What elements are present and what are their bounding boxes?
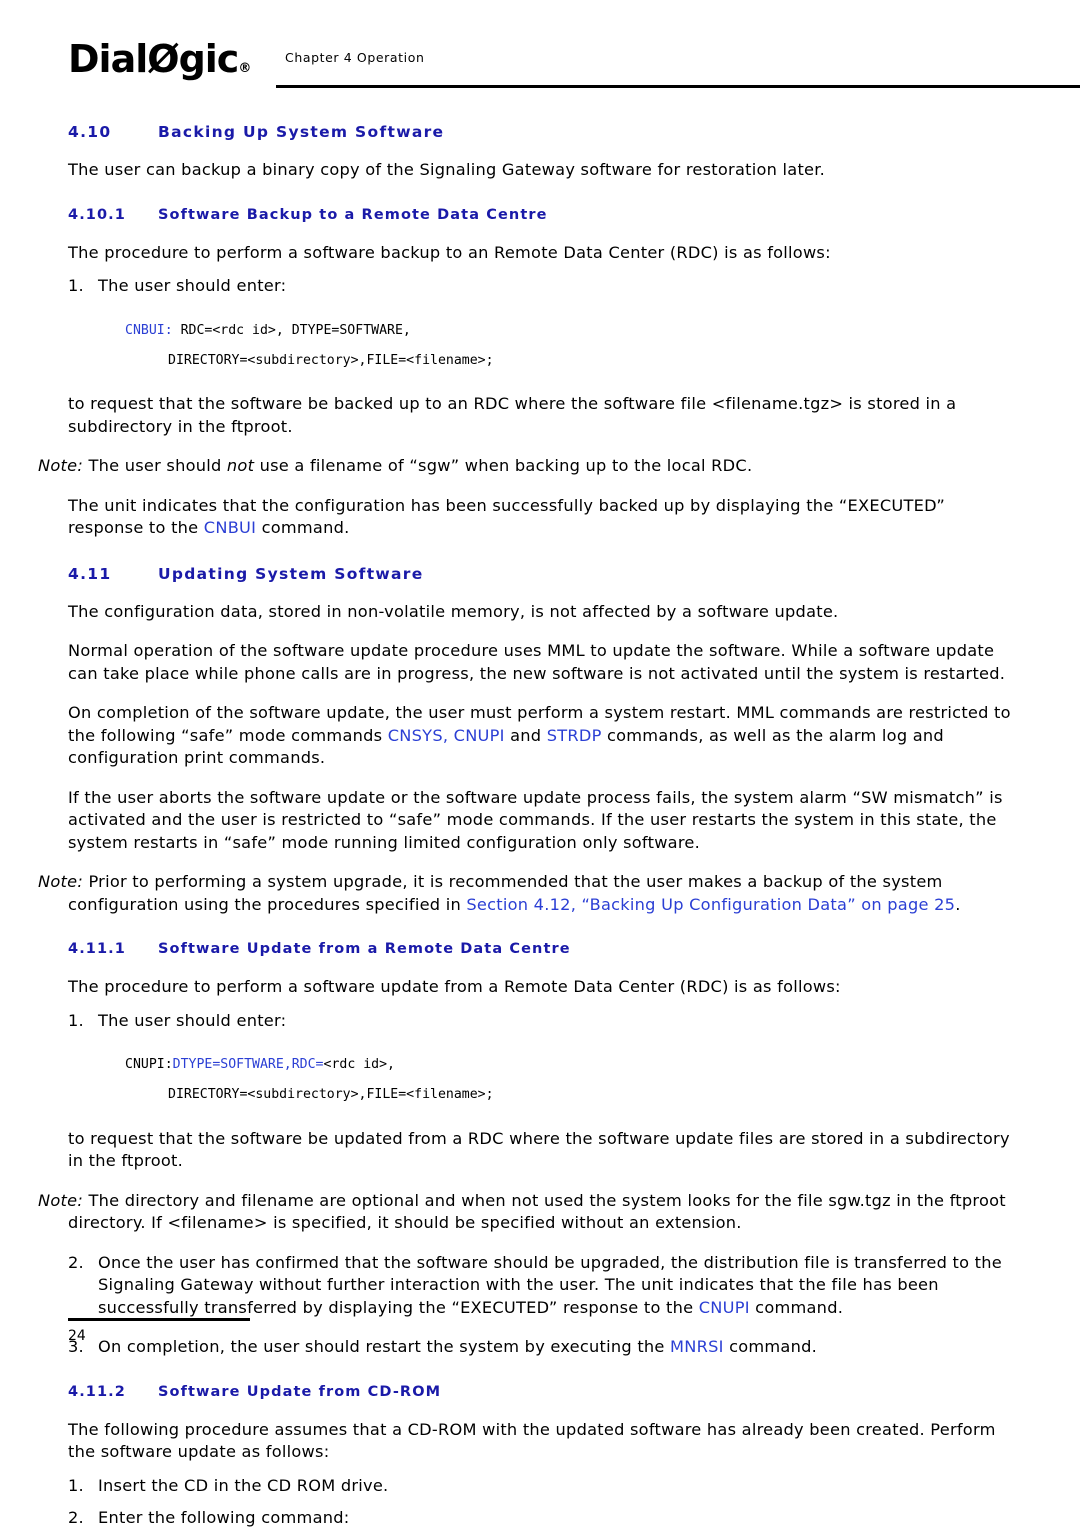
list-item-text-part2: command. xyxy=(749,1297,844,1317)
heading-4-11-2-number: 4.11.2 xyxy=(68,1383,126,1400)
document-page: DialØgic® Chapter 4 Operation 4.10 Backi… xyxy=(0,0,1080,1527)
note-text-emphasis: not xyxy=(226,456,255,476)
para-4-11-1-intro: The procedure to perform a software upda… xyxy=(68,977,841,997)
para-text-part2: and xyxy=(504,725,547,745)
note-4-10-1: Note: The user should not use a filename… xyxy=(38,455,1012,478)
note-text-part2: . xyxy=(955,894,961,914)
code-keyword-cnbui: CNBUI: xyxy=(125,322,181,338)
code-text-2: <rdc id>, xyxy=(323,1057,395,1073)
heading-4-11-1: 4.11.1 Software Update from a Remote Dat… xyxy=(68,940,1012,959)
link-mnrsi[interactable]: MNRSI xyxy=(670,1337,724,1356)
page-header: DialØgic® Chapter 4 Operation xyxy=(68,37,1080,98)
link-cnupi[interactable]: CNUPI xyxy=(699,1298,750,1317)
para-4-11-2-intro: The following procedure assumes that a C… xyxy=(68,1419,996,1462)
para-4-11-1-after-code: to request that the software be updated … xyxy=(68,1128,1010,1171)
code-block-cnupi-line1: CNUPI:DTYPE=SOFTWARE,RDC=<rdc id>, xyxy=(125,1056,1012,1073)
code-keyword-dtype: DTYPE=SOFTWARE, xyxy=(172,1057,292,1073)
list-4-11-1-step2: 2. Once the user has confirmed that the … xyxy=(68,1252,1012,1320)
page-number: 24 xyxy=(68,1328,86,1344)
link-cnbui[interactable]: CNBUI xyxy=(204,518,256,537)
list-item-text: Enter the following command: xyxy=(98,1508,350,1528)
list-4-10-1: 1. The user should enter: xyxy=(68,275,1012,298)
list-item-text-part2: command. xyxy=(723,1337,818,1357)
heading-4-10: 4.10 Backing Up System Software xyxy=(68,122,1012,142)
header-rule xyxy=(276,85,1080,88)
list-item-text-part1: Once the user has confirmed that the sof… xyxy=(98,1252,1002,1317)
list-marker: 1. xyxy=(68,1475,84,1495)
logo-text-part2: gic xyxy=(178,37,240,81)
logo-registered-mark: ® xyxy=(238,61,251,76)
para-4-11-3: On completion of the software update, th… xyxy=(68,702,1012,770)
heading-4-11-1-title: Software Update from a Remote Data Centr… xyxy=(158,941,571,958)
heading-4-10-1: 4.10.1 Software Backup to a Remote Data … xyxy=(68,206,1012,225)
note-4-11-1: Note: The directory and filename are opt… xyxy=(38,1190,1012,1235)
heading-4-10-title: Backing Up System Software xyxy=(158,123,445,141)
heading-4-10-1-number: 4.10.1 xyxy=(68,206,126,223)
list-item-text: The user should enter: xyxy=(98,1010,287,1030)
logo-o-slash: Ø xyxy=(147,37,179,81)
code-keyword-rdc: RDC= xyxy=(291,1057,324,1073)
list-4-11-1-step3: 3. On completion, the user should restar… xyxy=(68,1336,1012,1359)
heading-4-10-number: 4.10 xyxy=(68,123,112,141)
code-text-1: CNUPI: xyxy=(125,1057,173,1073)
para-4-11-2: Normal operation of the software update … xyxy=(68,641,1006,683)
note-4-11: Note: Prior to performing a system upgra… xyxy=(38,871,1012,916)
list-item: 1. Insert the CD in the CD ROM drive. xyxy=(68,1475,1012,1498)
heading-4-11-2: 4.11.2 Software Update from CD-ROM xyxy=(68,1383,1012,1402)
list-item: 1. The user should enter: xyxy=(68,275,1012,298)
para-text-part2: command. xyxy=(256,518,350,538)
code-block-cnupi-line2: DIRECTORY=<subdirectory>,FILE=<filename>… xyxy=(168,1087,494,1103)
note-label: Note: xyxy=(38,872,84,892)
para-4-11-4: If the user aborts the software update o… xyxy=(68,787,1003,852)
list-item-text: Insert the CD in the CD ROM drive. xyxy=(98,1475,389,1495)
note-text: The directory and filename are optional … xyxy=(68,1190,1006,1233)
note-text-part1: The user should xyxy=(88,456,227,476)
link-cnsys-cnupi[interactable]: CNSYS, CNUPI xyxy=(388,726,505,745)
list-item: 3. On completion, the user should restar… xyxy=(68,1336,1012,1359)
dialogic-logo: DialØgic® xyxy=(68,37,251,90)
heading-4-11-number: 4.11 xyxy=(68,564,112,583)
note-label: Note: xyxy=(38,1190,84,1210)
list-item-text: The user should enter: xyxy=(98,276,287,295)
para-text-part1: The unit indicates that the configuratio… xyxy=(68,495,946,538)
para-4-10-1-executed: The unit indicates that the configuratio… xyxy=(68,495,1012,540)
para-4-11-1: The configuration data, stored in non-vo… xyxy=(68,601,839,621)
list-marker: 2. xyxy=(68,1252,84,1272)
para-4-10-1-after-code: to request that the software be backed u… xyxy=(68,394,957,436)
note-label: Note: xyxy=(38,456,84,476)
heading-4-11-title: Updating System Software xyxy=(158,564,424,583)
list-item: 2. Enter the following command: xyxy=(68,1507,1012,1530)
link-section-4-12[interactable]: Section 4.12, “Backing Up Configuration … xyxy=(466,895,955,914)
chapter-label: Chapter 4 Operation xyxy=(285,50,425,65)
code-block-cnbui-line1: CNBUI: RDC=<rdc id>, DTYPE=SOFTWARE, xyxy=(125,322,1012,339)
heading-4-11-2-title: Software Update from CD-ROM xyxy=(158,1383,442,1400)
para-4-10-1-intro: The procedure to perform a software back… xyxy=(68,242,831,262)
list-marker: 1. xyxy=(68,1010,84,1030)
para-4-10-1: The user can backup a binary copy of the… xyxy=(68,160,826,179)
note-text-part2: use a filename of “sgw” when backing up … xyxy=(254,456,753,476)
footer-rule xyxy=(68,1318,250,1321)
list-4-11-2: 1. Insert the CD in the CD ROM drive. 2.… xyxy=(68,1475,1012,1530)
list-marker: 1. xyxy=(68,276,84,295)
list-marker: 2. xyxy=(68,1508,84,1528)
logo-text-part1: Dial xyxy=(68,37,148,81)
list-item: 2. Once the user has confirmed that the … xyxy=(68,1252,1012,1320)
heading-4-11: 4.11 Updating System Software xyxy=(68,564,1012,584)
code-block-cnbui-line2: DIRECTORY=<subdirectory>,FILE=<filename>… xyxy=(168,352,494,368)
heading-4-11-1-number: 4.11.1 xyxy=(68,941,126,958)
code-text-1: RDC=<rdc id>, DTYPE=SOFTWARE, xyxy=(180,322,411,338)
list-4-11-1-step1: 1. The user should enter: xyxy=(68,1010,1012,1033)
list-item: 1. The user should enter: xyxy=(68,1010,1012,1033)
list-item-text-part1: On completion, the user should restart t… xyxy=(98,1337,671,1357)
link-strdp[interactable]: STRDP xyxy=(547,726,602,745)
heading-4-10-1-title: Software Backup to a Remote Data Centre xyxy=(158,206,548,223)
